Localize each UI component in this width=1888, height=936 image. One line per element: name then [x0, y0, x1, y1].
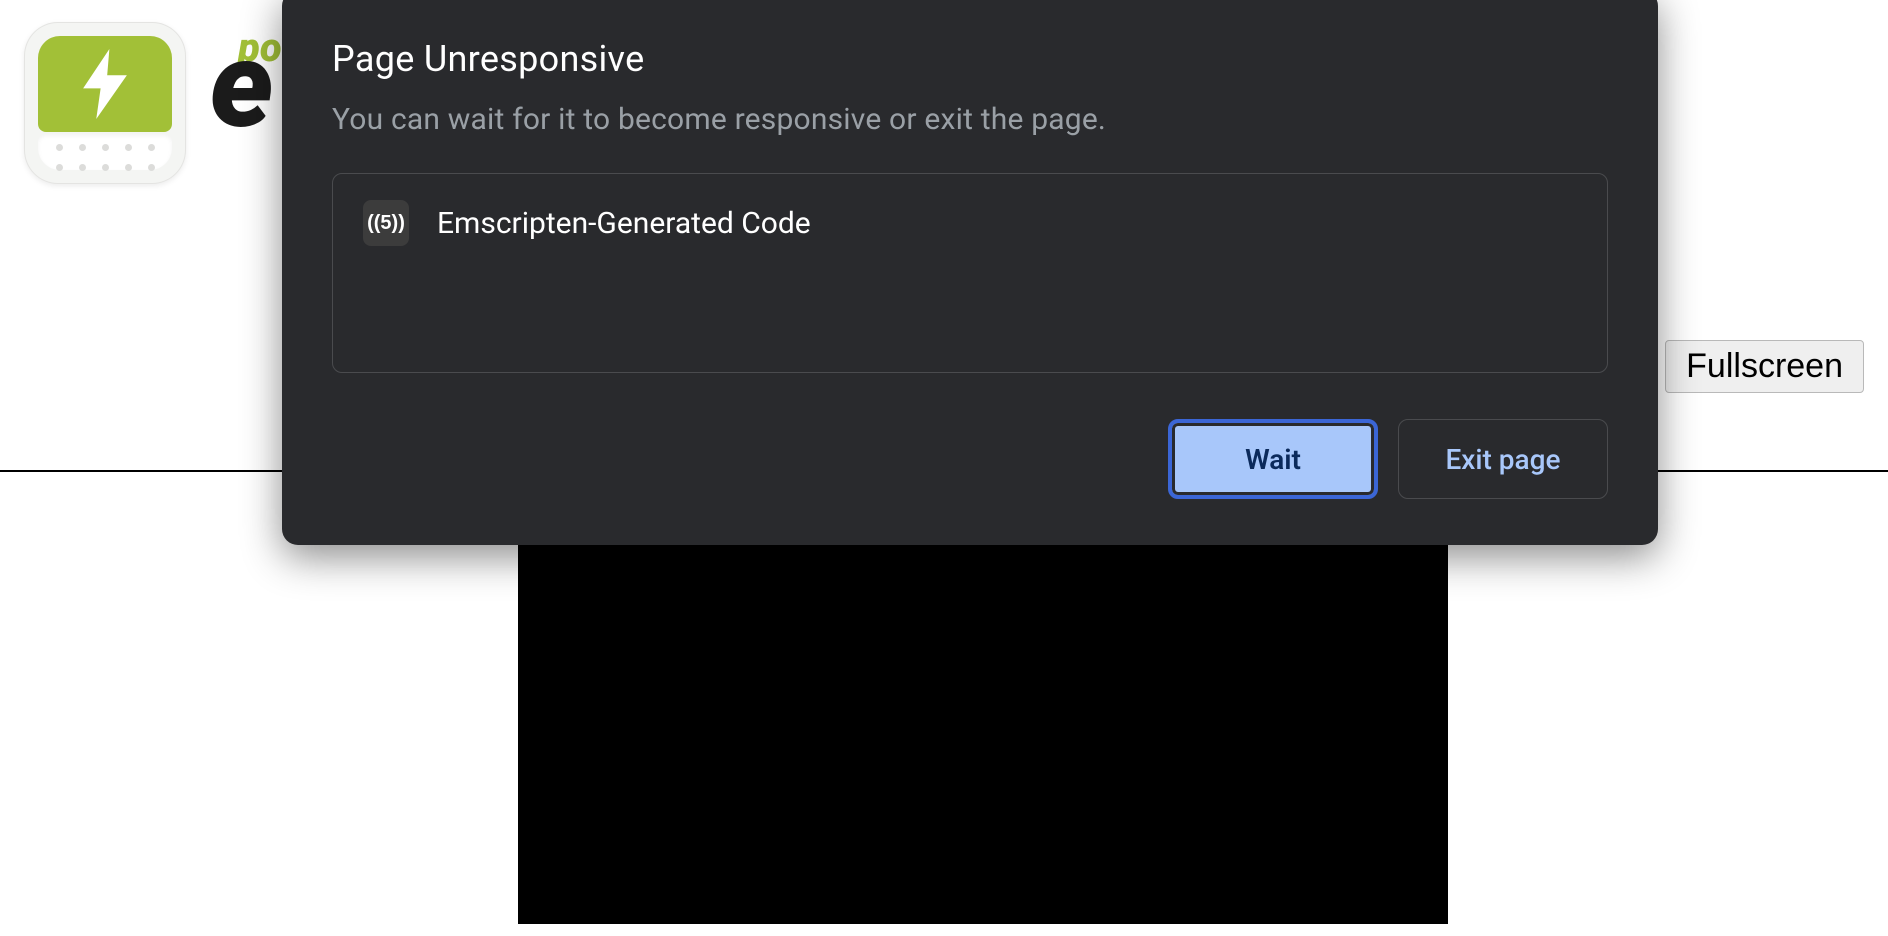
unresponsive-process-list: ((5)) Emscripten-Generated Code: [332, 173, 1608, 373]
dialog-actions: Wait Exit page: [332, 419, 1608, 499]
fullscreen-button[interactable]: Fullscreen: [1665, 340, 1864, 393]
dialog-subtitle: You can wait for it to become responsive…: [332, 102, 1608, 137]
process-favicon: ((5)): [363, 200, 409, 246]
emscripten-canvas[interactable]: [518, 504, 1448, 924]
emscripten-logo-bottom: [38, 134, 172, 170]
process-row: ((5)) Emscripten-Generated Code: [363, 200, 1577, 246]
emscripten-logo-top: [38, 36, 172, 132]
process-name: Emscripten-Generated Code: [437, 206, 811, 241]
exit-page-button[interactable]: Exit page: [1398, 419, 1608, 499]
wait-button[interactable]: Wait: [1168, 419, 1378, 499]
logo-dots-row-2: [38, 164, 172, 171]
broadcast-icon: ((5)): [367, 212, 405, 235]
lightning-icon: [78, 49, 132, 119]
emscripten-wordmark: e: [210, 26, 271, 146]
logo-dots-row-1: [38, 144, 172, 151]
dialog-title: Page Unresponsive: [332, 38, 1608, 80]
emscripten-logo: [24, 22, 186, 184]
page-unresponsive-dialog: Page Unresponsive You can wait for it to…: [282, 0, 1658, 545]
